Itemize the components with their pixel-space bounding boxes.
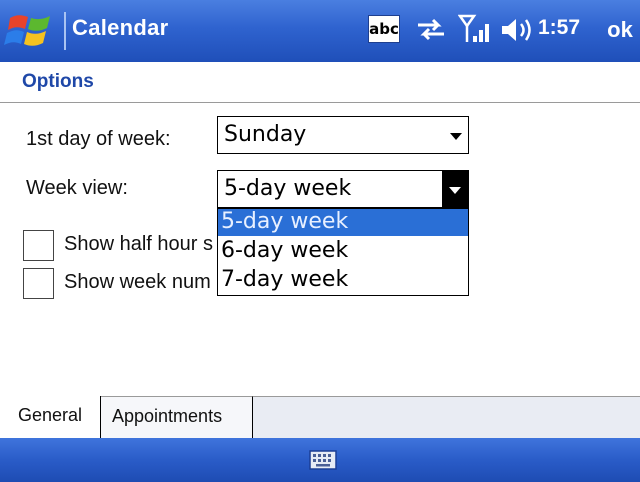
half-hour-label: Show half hour s	[64, 233, 213, 255]
week-view-label: Week view:	[26, 177, 128, 199]
first-day-select[interactable]: Sunday	[217, 116, 469, 154]
week-view-dropdown-list: 5-day week 6-day week 7-day week	[217, 208, 469, 296]
tab-general-label: General	[18, 405, 83, 425]
app-title: Calendar	[72, 15, 169, 40]
volume-icon[interactable]	[500, 15, 534, 45]
input-method-icon[interactable]: abc	[368, 15, 400, 43]
week-view-value: 5-day week	[224, 176, 352, 201]
half-hour-checkbox[interactable]	[23, 230, 54, 261]
windows-start-icon[interactable]	[4, 10, 58, 52]
first-day-value: Sunday	[224, 122, 307, 147]
week-number-label: Show week num	[64, 271, 211, 293]
options-header: Options	[22, 71, 94, 92]
tab-appointments-label: Appointments	[112, 406, 223, 426]
clock[interactable]: 1:57	[538, 16, 580, 40]
title-separator	[64, 12, 66, 50]
dropdown-option-7-day[interactable]: 7-day week	[218, 267, 468, 294]
week-number-checkbox[interactable]	[23, 268, 54, 299]
ok-button[interactable]: ok	[600, 14, 640, 46]
first-day-label: 1st day of week:	[26, 128, 171, 150]
chevron-down-icon[interactable]	[449, 187, 461, 194]
header-divider	[0, 102, 640, 103]
title-bar: Calendar abc 1:57 ok	[0, 0, 640, 62]
dropdown-option-6-day[interactable]: 6-day week	[218, 238, 468, 265]
tab-general[interactable]: General	[0, 396, 101, 438]
keyboard-icon[interactable]	[309, 448, 337, 472]
chevron-down-icon[interactable]	[450, 133, 462, 140]
signal-icon[interactable]	[458, 12, 494, 46]
tab-appointments[interactable]: Appointments	[101, 396, 253, 438]
dropdown-arrow-button[interactable]	[442, 171, 468, 207]
dropdown-option-5-day[interactable]: 5-day week	[218, 209, 468, 236]
week-view-select[interactable]: 5-day week	[217, 170, 469, 208]
connectivity-icon[interactable]	[414, 15, 448, 43]
